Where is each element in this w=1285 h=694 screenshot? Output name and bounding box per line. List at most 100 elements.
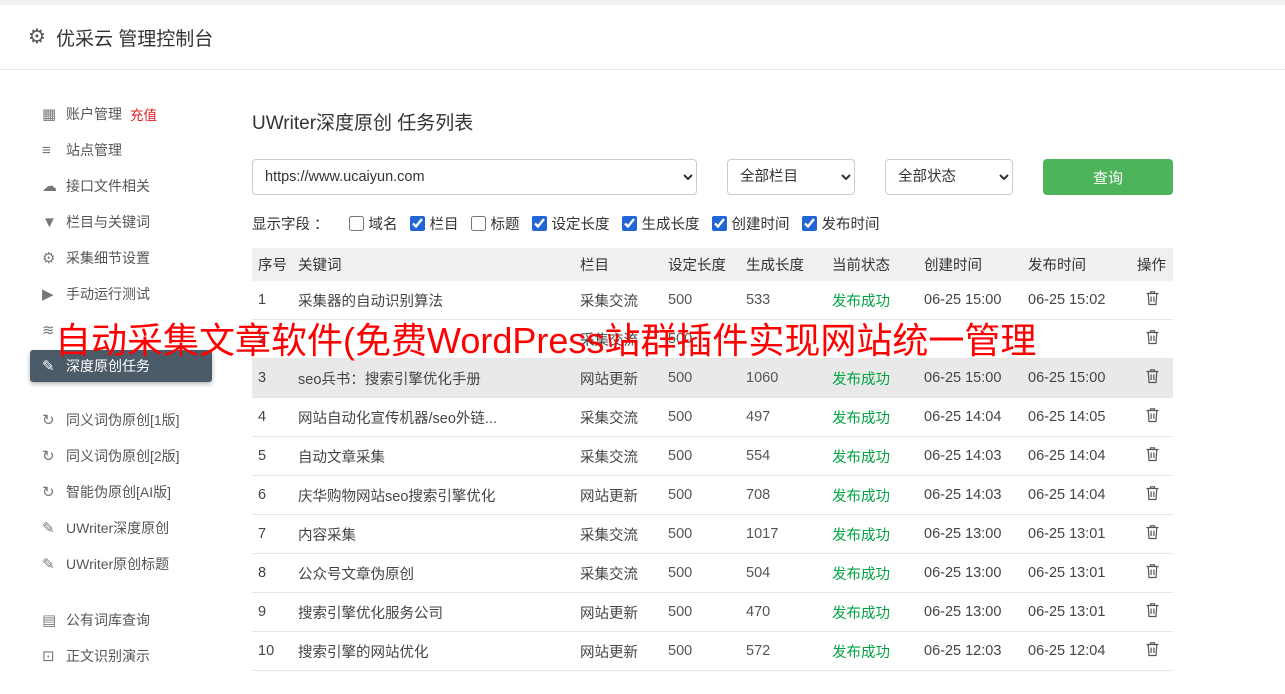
cell-published: 06-25 13:01 — [1022, 553, 1131, 593]
recharge-badge[interactable]: 充值 — [130, 104, 157, 124]
sidebar-group-collect: ▦ 账户管理 充值 ≡ 站点管理 ☁ 接口文件相关 ▼ 栏目与关键词 ⚙ 采集细… — [0, 96, 250, 382]
cell-gen-length: 497 — [740, 397, 826, 437]
sidebar-item-synonym-rewrite-v2[interactable]: ↻ 同义词伪原创[2版] — [0, 438, 250, 474]
toolbar: https://www.ucaiyun.com 全部栏目 全部状态 查询 — [252, 159, 1173, 195]
sidebar-item-public-lexicon[interactable]: ▤ 公有词库查询 — [0, 602, 250, 638]
sidebar-item-label: UWriter原创标题 — [66, 556, 170, 572]
field-published-time[interactable]: 发布时间 — [801, 213, 880, 234]
cell-index: 3 — [252, 358, 292, 398]
cell-gen-length: 572 — [740, 631, 826, 671]
trash-icon[interactable] — [1145, 407, 1160, 423]
cell-set-length: 500 — [662, 436, 740, 476]
set-length-checkbox[interactable] — [531, 216, 547, 231]
gen-length-checkbox[interactable] — [621, 216, 637, 231]
sidebar-item-uwriter-original-title[interactable]: ✎ UWriter原创标题 — [0, 546, 250, 582]
cell-keyword: 网站自动化宣传机器/seo外链... — [292, 397, 574, 437]
trash-icon[interactable] — [1145, 368, 1160, 384]
field-label: 生成长度 — [641, 217, 700, 233]
cell-published: 06-25 15:02 — [1022, 281, 1131, 320]
sidebar-item-columns-keywords[interactable]: ▼ 栏目与关键词 — [0, 204, 250, 240]
field-created-time[interactable]: 创建时间 — [711, 213, 790, 234]
header-gen-length: 生成长度 — [740, 248, 826, 281]
trash-icon[interactable] — [1145, 329, 1160, 345]
cell-created: 06-25 13:00 — [918, 592, 1022, 632]
cell-created: 06-25 13:00 — [918, 514, 1022, 554]
cell-column: 网站更新 — [574, 475, 662, 515]
sidebar-item-label: UWriter深度原创 — [66, 520, 170, 536]
sidebar-item-label: 同义词伪原创[2版] — [66, 448, 180, 464]
field-label: 发布时间 — [821, 217, 880, 233]
sidebar-item-label: 账户管理 — [66, 106, 122, 122]
trash-icon[interactable] — [1145, 485, 1160, 501]
title-checkbox[interactable] — [470, 216, 486, 231]
cell-keyword: 自动文章采集 — [292, 436, 574, 476]
table-row: 2 采集交流 500 — [252, 319, 1173, 359]
sidebar-item-label: 接口文件相关 — [66, 178, 150, 194]
sidebar-item-label: 公有词库查询 — [66, 612, 150, 628]
refresh-icon: ↻ — [42, 484, 55, 501]
status-badge: 发布成功 — [826, 397, 918, 437]
sidebar-item-collect-settings[interactable]: ⚙ 采集细节设置 — [0, 240, 250, 276]
field-column[interactable]: 栏目 — [409, 213, 459, 234]
cell-published: 06-25 13:01 — [1022, 592, 1131, 632]
sidebar-item-interface-files[interactable]: ☁ 接口文件相关 — [0, 168, 250, 204]
gear-icon: ⚙ — [28, 26, 46, 48]
sidebar-item-obscured[interactable]: ≋ — [0, 312, 250, 348]
trash-icon[interactable] — [1145, 446, 1160, 462]
field-gen-length[interactable]: 生成长度 — [621, 213, 700, 234]
domain-checkbox[interactable] — [348, 216, 364, 231]
trash-icon[interactable] — [1145, 290, 1160, 306]
cell-index: 1 — [252, 281, 292, 320]
cell-index: 9 — [252, 592, 292, 632]
display-fields-row: 显示字段 ： 域名 栏目 标题 设定长度 生成长度 创建时间 发布时间 — [252, 213, 1173, 234]
cell-set-length: 500 — [662, 319, 740, 359]
sidebar-item-synonym-rewrite-v1[interactable]: ↻ 同义词伪原创[1版] — [0, 402, 250, 438]
sidebar-item-account[interactable]: ▦ 账户管理 充值 — [0, 96, 250, 132]
cell-index: 2 — [252, 319, 292, 359]
query-button[interactable]: 查询 — [1043, 159, 1173, 195]
cell-set-length: 500 — [662, 397, 740, 437]
display-fields-label: 显示字段 ： — [252, 217, 329, 233]
cell-set-length: 500 — [662, 475, 740, 515]
field-domain[interactable]: 域名 — [348, 213, 398, 234]
cell-index: 8 — [252, 553, 292, 593]
cell-published: 06-25 12:04 — [1022, 631, 1131, 671]
status-badge: 发布成功 — [826, 592, 918, 632]
sidebar-item-manual-run-test[interactable]: ▶ 手动运行测试 — [0, 276, 250, 312]
field-set-length[interactable]: 设定长度 — [531, 213, 610, 234]
table-row: 3 seo兵书：搜索引擎优化手册 网站更新 500 1060 发布成功 06-2… — [252, 358, 1173, 398]
table-row: 10 搜索引擎的网站优化 网站更新 500 572 发布成功 06-25 12:… — [252, 631, 1173, 671]
site-select[interactable]: https://www.ucaiyun.com — [252, 159, 697, 195]
cell-keyword: 搜索引擎优化服务公司 — [292, 592, 574, 632]
status-select[interactable]: 全部状态 — [885, 159, 1013, 195]
header-actions: 操作 — [1131, 248, 1173, 281]
cell-gen-length — [740, 319, 826, 359]
sidebar-item-sites[interactable]: ≡ 站点管理 — [0, 132, 250, 168]
sidebar-item-ai-rewrite[interactable]: ↻ 智能伪原创[AI版] — [0, 474, 250, 510]
book-icon: ▤ — [42, 612, 57, 629]
field-title[interactable]: 标题 — [470, 213, 520, 234]
header-keyword: 关键词 — [292, 248, 574, 281]
table-row: 5 自动文章采集 采集交流 500 554 发布成功 06-25 14:03 0… — [252, 436, 1173, 476]
funnel-icon: ▼ — [42, 213, 57, 231]
trash-icon[interactable] — [1145, 524, 1160, 540]
cell-keyword: 公众号文章伪原创 — [292, 553, 574, 593]
trash-icon[interactable] — [1145, 563, 1160, 579]
created-time-checkbox[interactable] — [711, 216, 727, 231]
trash-icon[interactable] — [1145, 602, 1160, 618]
header-status: 当前状态 — [826, 248, 918, 281]
cell-set-length: 500 — [662, 281, 740, 320]
column-select[interactable]: 全部栏目 — [727, 159, 855, 195]
cell-index: 6 — [252, 475, 292, 515]
trash-icon[interactable] — [1145, 641, 1160, 657]
sidebar-item-content-recognition-demo[interactable]: ⊡ 正文识别演示 — [0, 638, 250, 674]
sidebar-item-deep-original-tasks[interactable]: ✎ 深度原创任务 — [30, 350, 212, 382]
column-checkbox[interactable] — [409, 216, 425, 231]
sidebar-item-uwriter-deep-original[interactable]: ✎ UWriter深度原创 — [0, 510, 250, 546]
cell-created — [918, 319, 1022, 359]
sidebar-group-tools: ▤ 公有词库查询 ⊡ 正文识别演示 — [0, 602, 250, 674]
published-time-checkbox[interactable] — [801, 216, 817, 231]
cell-set-length: 500 — [662, 514, 740, 554]
table-row: 6 庆华购物网站seo搜索引擎优化 网站更新 500 708 发布成功 06-2… — [252, 475, 1173, 515]
table-row: 7 内容采集 采集交流 500 1017 发布成功 06-25 13:00 06… — [252, 514, 1173, 554]
